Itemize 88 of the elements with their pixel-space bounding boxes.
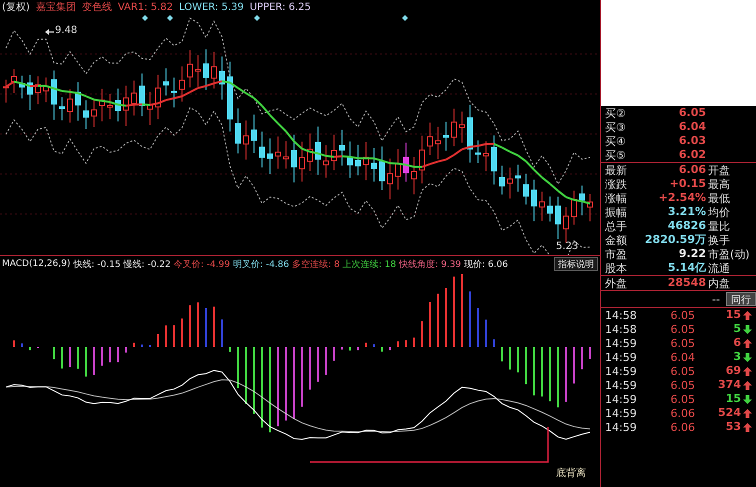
tick-time: 14:58 [605,322,638,336]
tick-price: 6.05 [670,336,695,350]
industry-button[interactable]: 同行 [726,292,756,306]
low-price-label: 5.23 [556,241,578,252]
tick-volume: 524 [717,406,741,420]
bid-label: 买② [605,106,627,120]
tick-time: 14:58 [605,308,638,322]
tick-volume: 6 [732,336,741,350]
indicator-value: 变色线 [82,0,112,14]
bid-label: 买④ [605,134,627,148]
tick-price: 6.05 [670,378,695,392]
stat-value: 2820.59万 [644,233,706,247]
stat-label: 开盘 [707,162,731,178]
bid-label: 买③ [605,120,627,134]
tick-price: 6.05 [670,364,695,378]
signal-marker-icon [167,15,173,21]
stat-label: 总手 [605,218,628,234]
stat-label: 流通 [707,260,731,276]
chart-mode-label: (复权) [2,0,30,14]
tick-price: 6.05 [670,322,695,336]
stat-value: 5.14亿 [666,261,706,275]
macd-value: 慢线: -0.22 [124,258,171,270]
stat-label: 涨跌 [605,176,628,192]
tick-volume: 15 [724,308,741,322]
stat-label: 市盈(动) [707,246,751,262]
tick-time: 14:59 [605,364,638,378]
bid-price: 6.02 [678,148,706,162]
bid-price: 6.05 [678,106,706,120]
indicator-help-button[interactable]: 指标说明 [554,257,598,271]
tick-volume: 374 [717,378,741,392]
high-price-label: 9.48 [55,25,78,36]
tick-time: 14:59 [605,392,638,406]
tick-volume: 53 [724,420,741,434]
macd-value: 快线: -0.15 [73,258,121,270]
stat-label: 金额 [605,232,628,248]
indicator-value: UPPER: 6.25 [250,2,311,12]
stat-value: 3.21% [666,205,706,219]
stat-label: 量比 [707,218,731,234]
divergence-label: 底背离 [556,466,586,480]
stat-value: 6.06 [678,163,706,177]
macd-value: 上次连续: 18 [342,258,396,270]
stat-label: 最低 [707,190,731,206]
indicator-value: VAR1: 5.82 [118,2,173,12]
stat-label: 外盘 [605,276,628,290]
bid-price: 6.04 [678,120,706,134]
pointer-arrow-icon [45,29,54,35]
macd-value: 现价: 6.06 [464,258,508,270]
tick-price: 6.05 [670,392,695,406]
stat-label: 市盈 [605,246,628,262]
stat-value: 46826 [666,219,706,233]
tick-volume: 3 [732,350,741,364]
signal-marker-icon [142,15,148,21]
bid-price: 6.03 [678,134,706,148]
signal-marker-icon [402,15,408,21]
tick-price: 6.06 [670,420,695,434]
tick-time: 14:59 [605,420,638,434]
stat-value: +0.15 [668,177,706,191]
stat-value: 28548 [666,276,706,290]
indicator-value: 嘉宝集团 [36,0,76,14]
tick-volume: 15 [724,392,741,406]
stat-label: 振幅 [605,204,628,220]
signal-marker-icon [254,15,260,21]
tick-time: 14:59 [605,406,638,420]
macd-value: 明叉价: -4.86 [232,258,290,270]
bid-label: 买⑤ [605,148,627,162]
macd-value: 今叉价: -4.99 [174,258,230,270]
tick-time: 14:59 [605,350,638,364]
stat-label: 换手 [707,232,731,248]
stat-value: +2.54% [658,191,706,205]
tick-time: 14:59 [605,378,638,392]
tick-volume: 69 [724,364,741,378]
indicator-value: LOWER: 5.39 [178,2,244,12]
stat-label: 最高 [707,176,731,192]
stat-label: 股本 [605,260,628,276]
stat-label: 均价 [707,204,731,220]
dash-text: -- [712,292,720,306]
stat-label: 内盘 [707,276,731,290]
tick-price: 6.05 [670,308,695,322]
tick-price: 6.04 [670,350,695,364]
stat-label: 最新 [605,162,628,178]
macd-value: 快线角度: 9.39 [399,258,462,270]
stat-label: 涨幅 [605,190,628,206]
stat-value: 9.22 [678,247,706,261]
macd-value: MACD(12,26,9) [2,259,70,269]
tick-volume: 5 [732,322,741,336]
tick-price: 6.06 [670,406,695,420]
tick-time: 14:59 [605,336,638,350]
macd-value: 多空连续: 8 [292,258,340,270]
